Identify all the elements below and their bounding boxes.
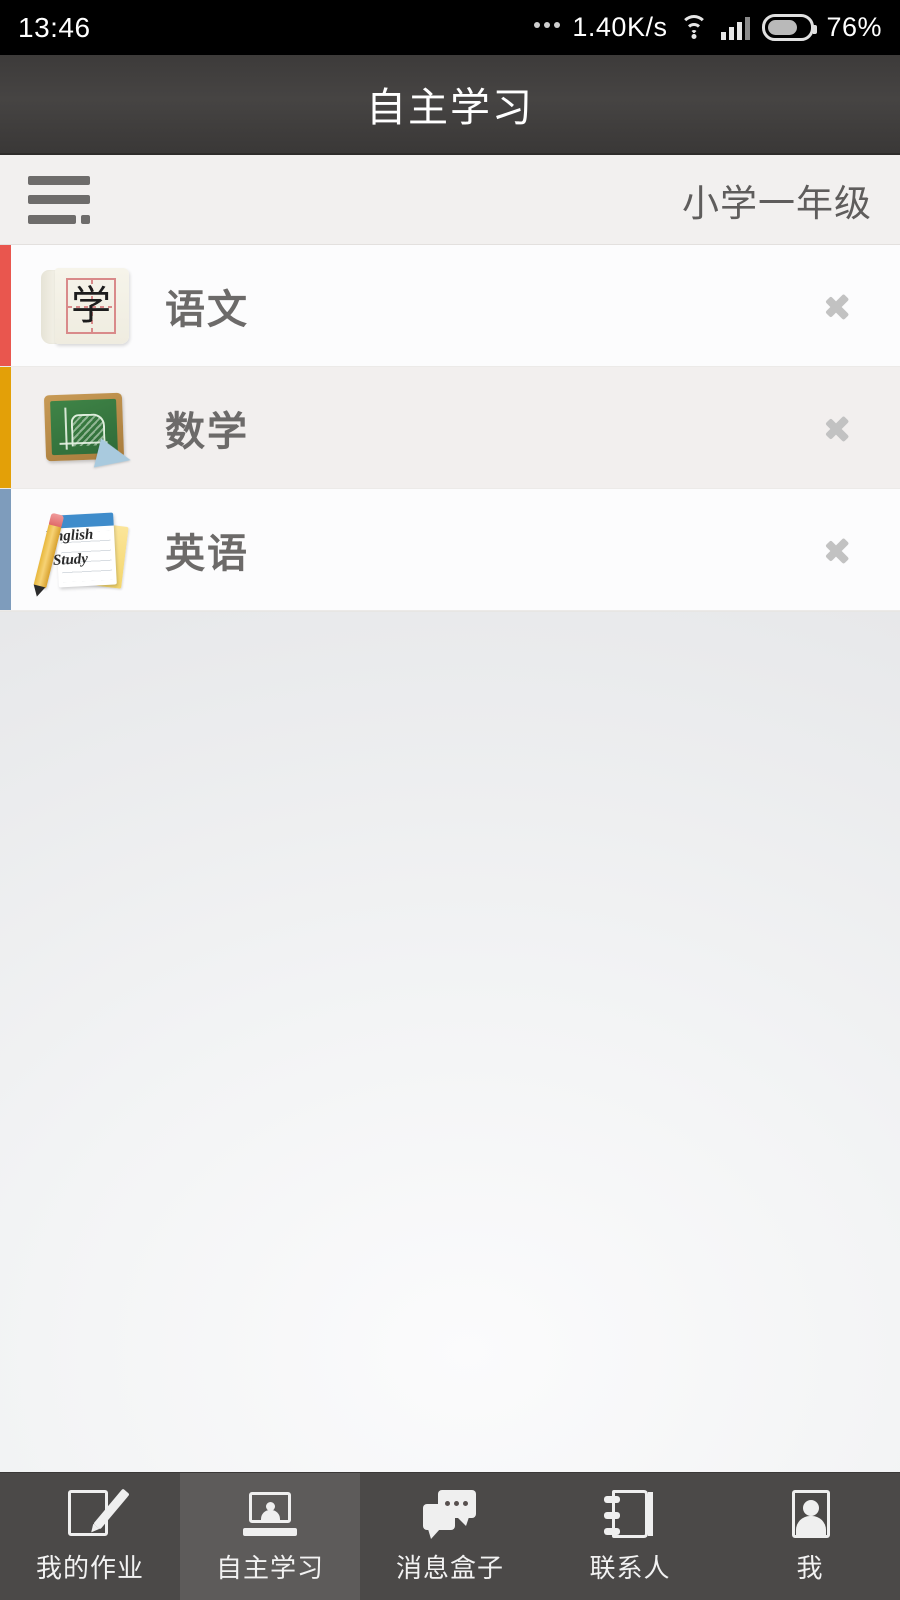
laptop-study-icon (242, 1488, 298, 1540)
tab-label: 自主学习 (215, 1553, 324, 1583)
battery-percent-text: 76% (826, 12, 882, 42)
chalkboard-ruler-icon (35, 388, 135, 476)
subject-row-chinese[interactable]: 学 语文 (0, 245, 900, 367)
subject-row-math[interactable]: 数学 (0, 367, 900, 489)
title-bar: 自主学习 (0, 55, 900, 155)
cellular-signal-icon (721, 16, 751, 40)
tab-label: 联系人 (589, 1553, 671, 1583)
chevron-right-icon[interactable] (826, 529, 852, 571)
tab-label: 我的作业 (35, 1553, 144, 1583)
tab-label: 消息盒子 (395, 1553, 504, 1583)
page-title: 自主学习 (366, 86, 534, 130)
book-character-glyph: 学 (71, 282, 111, 329)
book-character-icon: 学 (35, 266, 135, 346)
wifi-icon (679, 15, 709, 39)
tab-label: 我 (796, 1553, 824, 1583)
status-indicators: 1.40K/s 76% (534, 12, 882, 43)
grade-selector-label[interactable]: 小学一年级 (682, 173, 872, 227)
tab-message-box[interactable]: 消息盒子 (360, 1473, 540, 1600)
chevron-right-icon[interactable] (826, 285, 852, 327)
bottom-tab-bar: 我的作业 自主学习 消息盒子 联系人 我 (0, 1472, 900, 1600)
subject-label: 数学 (165, 409, 249, 454)
subject-label: 语文 (165, 287, 249, 332)
row-accent-bar (0, 245, 11, 366)
battery-icon (762, 14, 818, 41)
grade-bar: 小学一年级 (0, 155, 900, 245)
subject-list: 学 语文 数学 English Study 英语 (0, 245, 900, 611)
status-clock: 13:46 (18, 11, 91, 43)
app-root: 13:46 1.40K/s 76% 自主学习 小学一年级 学 语文 数学 Eng… (0, 0, 900, 1600)
notebook-contacts-icon (602, 1488, 658, 1540)
list-menu-icon[interactable] (28, 175, 90, 224)
english-notepad-pencil-icon: English Study (33, 508, 135, 592)
network-speed-text: 1.40K/s (572, 12, 668, 42)
content-empty-area (0, 611, 900, 1472)
tab-contacts[interactable]: 联系人 (540, 1473, 720, 1600)
notepad-line-2: Study (52, 550, 89, 569)
subject-row-english[interactable]: English Study 英语 (0, 489, 900, 611)
tab-self-study[interactable]: 自主学习 (180, 1473, 360, 1600)
chevron-right-icon[interactable] (826, 407, 852, 449)
chat-bubbles-icon (422, 1488, 478, 1540)
subject-label: 英语 (165, 531, 249, 576)
homework-pencil-icon (62, 1488, 130, 1540)
tab-me[interactable]: 我 (720, 1473, 900, 1600)
row-accent-bar (0, 489, 11, 610)
status-bar: 13:46 1.40K/s 76% (0, 0, 900, 55)
person-card-icon (782, 1488, 838, 1540)
row-accent-bar (0, 367, 11, 488)
ellipsis-icon (534, 22, 561, 33)
tab-my-homework[interactable]: 我的作业 (0, 1473, 180, 1600)
